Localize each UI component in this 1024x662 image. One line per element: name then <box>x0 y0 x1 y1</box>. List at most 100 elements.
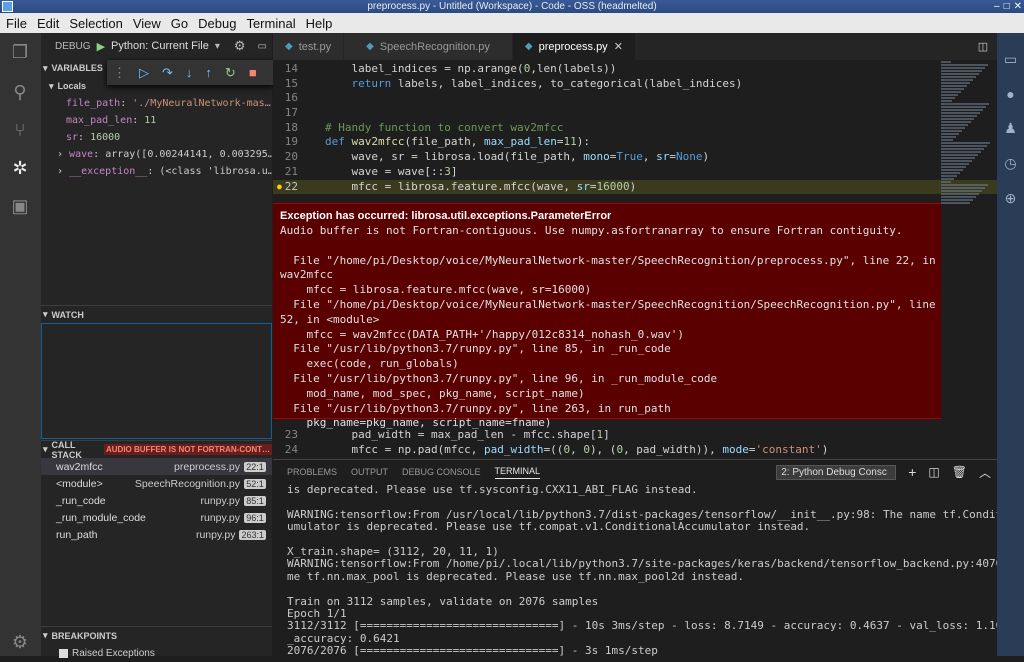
search-icon[interactable]: ⚲ <box>9 81 31 103</box>
tab-speechrecognition[interactable]: ◆ SpeechRecognition.py <box>344 33 513 60</box>
globe-icon[interactable]: ⊕ <box>997 190 1024 207</box>
tab-preprocess[interactable]: ◆ preprocess.py ✕ <box>512 33 636 60</box>
close-window-button[interactable]: ✕ <box>1014 0 1022 13</box>
stack-frame[interactable]: run_path runpy.py 263:1 <box>41 526 272 543</box>
exception-line <box>280 239 934 254</box>
code-line[interactable]: 18 # Handy function to convert wav2mfcc <box>273 121 997 136</box>
plus-icon[interactable]: + <box>908 464 916 480</box>
exception-widget: Exception has occurred: librosa.util.exc… <box>273 203 941 429</box>
minimap-line <box>941 67 985 69</box>
code-text: label_indices = np.arange(0,len(labels)) <box>325 62 617 75</box>
minimap-line <box>941 160 972 162</box>
chevron-up-icon[interactable]: ︿ <box>979 464 991 481</box>
code-line[interactable]: 20 wave, sr = librosa.load(file_path, mo… <box>273 150 997 165</box>
close-icon[interactable]: ✕ <box>614 40 623 53</box>
variable-row[interactable]: max_pad_len: 11 <box>41 112 272 129</box>
checkbox[interactable] <box>59 648 68 658</box>
exception-line: mod_name, mod_spec, pkg_name, script_nam… <box>280 386 585 400</box>
menu-debug[interactable]: Debug <box>198 16 236 31</box>
step-over-icon[interactable]: ↷ <box>162 65 173 81</box>
drag-handle-icon[interactable]: ⋮ <box>113 65 126 81</box>
code-line[interactable]: 17 <box>273 106 997 121</box>
menu-terminal[interactable]: Terminal <box>246 16 295 31</box>
source-control-icon[interactable]: ⑂ <box>9 119 31 141</box>
split-editor-icon[interactable]: ◫ <box>969 33 997 60</box>
minimap-line <box>941 112 980 114</box>
stack-frame[interactable]: <module> SpeechRecognition.py 52:1 <box>41 475 272 492</box>
minimap-line <box>941 142 990 144</box>
tab-terminal[interactable]: TERMINAL <box>494 466 541 479</box>
terminal-output[interactable]: is deprecated. Please use tf.sysconfig.C… <box>273 484 997 657</box>
breakpoint-item[interactable]: Raised Exceptions <box>41 644 272 662</box>
tab-output[interactable]: OUTPUT <box>351 467 388 477</box>
tab-test[interactable]: ◆ test.py <box>273 33 345 60</box>
menu-go[interactable]: Go <box>171 16 188 31</box>
minimap-line <box>941 103 989 105</box>
panel-icon[interactable]: ▭ <box>997 51 1024 68</box>
step-into-icon[interactable]: ↓ <box>186 65 193 80</box>
menu-file[interactable]: File <box>6 16 27 31</box>
chevron-right-icon[interactable]: › <box>57 166 69 177</box>
menu-selection[interactable]: Selection <box>69 16 122 31</box>
stack-frame[interactable]: _run_code runpy.py 85:1 <box>41 492 272 509</box>
debug-config-select[interactable]: Python: Current File <box>111 40 209 52</box>
chevron-right-icon[interactable]: › <box>57 149 69 160</box>
variable-row[interactable]: › wave: array([0.00244141, 0.003295… <box>41 146 272 163</box>
continue-icon[interactable]: ▷ <box>139 65 149 81</box>
chevron-down-icon[interactable]: ▾ <box>215 41 220 52</box>
debug-console-icon[interactable]: ▭ <box>258 41 267 52</box>
code-line[interactable]: 21 wave = wave[::3] <box>273 165 997 180</box>
debug-icon[interactable]: ✲ <box>9 157 31 179</box>
settings-gear-icon[interactable]: ⚙ <box>9 631 31 653</box>
chat-icon[interactable]: ● <box>997 86 1024 102</box>
maximize-button[interactable]: □ <box>1004 0 1010 13</box>
minimap[interactable] <box>941 60 997 245</box>
breakpoints-header[interactable]: ▾ BREAKPOINTS <box>41 626 272 644</box>
gear-icon[interactable]: ⚙ <box>234 38 246 54</box>
terminal-select[interactable]: 2: Python Debug Consc <box>776 464 897 480</box>
trash-icon[interactable]: 🗑 <box>952 465 967 479</box>
step-out-icon[interactable]: ↑ <box>205 65 212 80</box>
stop-icon[interactable]: ■ <box>249 65 257 80</box>
split-terminal-icon[interactable]: ◫ <box>928 465 939 479</box>
menu-view[interactable]: View <box>133 16 161 31</box>
minimap-line <box>941 79 973 81</box>
minimap-line <box>941 136 956 138</box>
minimap-line <box>941 100 952 102</box>
variable-row[interactable]: file_path: './MyNeuralNetwork-mas… <box>41 95 272 112</box>
minimap-line <box>941 64 988 66</box>
minimize-button[interactable]: – <box>994 0 1000 13</box>
clock-icon[interactable]: ◷ <box>997 155 1024 172</box>
code-line[interactable]: 24 mfcc = np.pad(mfcc, pad_width=((0, 0)… <box>273 443 997 458</box>
line-number: 14 <box>284 62 298 75</box>
chevron-down-icon: ▾ <box>43 444 48 454</box>
tab-debug-console[interactable]: DEBUG CONSOLE <box>402 467 481 477</box>
tab-problems[interactable]: PROBLEMS <box>287 467 337 477</box>
code-line[interactable]: 19 def wav2mfcc(file_path, max_pad_len=11… <box>273 135 997 150</box>
user-icon[interactable]: ♟ <box>997 120 1024 137</box>
stack-frame[interactable]: _run_module_code runpy.py 96:1 <box>41 509 272 526</box>
minimap-line <box>941 190 982 192</box>
code-line[interactable]: 16 <box>273 91 997 106</box>
restart-icon[interactable]: ↻ <box>225 65 236 81</box>
code-line[interactable]: 14 label_indices = np.arange(0,len(label… <box>273 62 997 77</box>
code-line[interactable]: 22 mfcc = librosa.feature.mfcc(wave, sr=… <box>273 179 997 195</box>
explorer-icon[interactable]: ❐ <box>9 41 31 63</box>
variable-row[interactable]: sr: 16000 <box>41 129 272 146</box>
menu-help[interactable]: Help <box>306 16 333 31</box>
watch-header[interactable]: ▾ WATCH <box>41 305 272 323</box>
minimap-line <box>941 109 983 111</box>
variable-row[interactable]: › __exception__: (<class 'librosa.u… <box>41 163 272 180</box>
code-line[interactable]: 15 return labels, label_indices, to_cate… <box>273 77 997 92</box>
exception-line: File "/usr/lib/python3.7/runpy.py", line… <box>280 371 718 385</box>
minimap-line <box>941 178 954 180</box>
menu-edit[interactable]: Edit <box>37 16 59 31</box>
stack-frame[interactable]: wav2mfcc preprocess.py 22:1 <box>41 458 272 475</box>
start-debug-icon[interactable]: ▶ <box>97 40 105 53</box>
code-line[interactable]: 23 pad_width = max_pad_len - mfcc.shape[… <box>273 428 997 443</box>
watch-panel[interactable] <box>41 323 272 439</box>
extensions-icon[interactable]: ▣ <box>9 195 31 217</box>
call-stack-header[interactable]: ▾ CALL STACK AUDIO BUFFER IS NOT FORTRAN-… <box>41 440 272 460</box>
